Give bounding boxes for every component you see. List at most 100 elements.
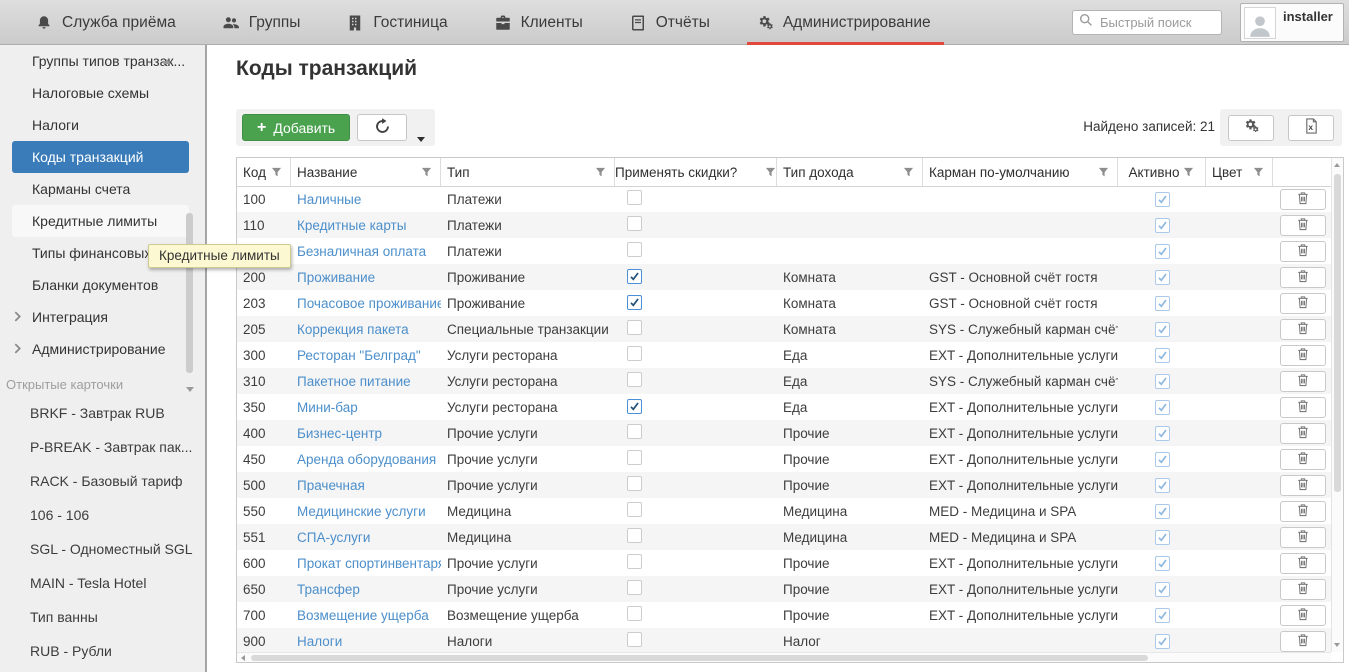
discount-checkbox[interactable] — [627, 424, 642, 439]
sidebar-scroll-up-icon[interactable] — [163, 59, 171, 64]
active-checkbox[interactable] — [1155, 478, 1170, 493]
discount-checkbox[interactable] — [627, 346, 642, 361]
delete-button[interactable] — [1280, 241, 1326, 262]
transaction-name-link[interactable]: Ресторан "Белград" — [297, 348, 421, 363]
open-card-item[interactable]: RACK - Базовый тариф — [0, 464, 205, 498]
vertical-scrollbar-thumb[interactable] — [1334, 174, 1341, 492]
discount-checkbox[interactable] — [627, 450, 642, 465]
active-checkbox[interactable] — [1155, 426, 1170, 441]
nav-item-reception[interactable]: Служба приёма — [30, 0, 181, 45]
transaction-name-link[interactable]: Наличные — [297, 192, 361, 207]
active-checkbox[interactable] — [1155, 452, 1170, 467]
transaction-name-link[interactable]: Трансфер — [297, 582, 360, 597]
filter-icon[interactable] — [271, 167, 282, 178]
filter-icon[interactable] — [421, 167, 432, 178]
transaction-name-link[interactable]: Возмещение ущерба — [297, 608, 429, 623]
nav-item-hotel[interactable]: Гостиница — [341, 0, 452, 45]
sidebar-item[interactable]: Карманы счета — [12, 173, 189, 205]
discount-checkbox[interactable] — [627, 580, 642, 595]
active-checkbox[interactable] — [1155, 218, 1170, 233]
active-checkbox[interactable] — [1155, 270, 1170, 285]
active-checkbox[interactable] — [1155, 504, 1170, 519]
refresh-button[interactable] — [357, 114, 407, 141]
export-excel-button[interactable]: x — [1288, 115, 1334, 141]
caret-down-icon[interactable] — [417, 137, 425, 142]
active-checkbox[interactable] — [1155, 634, 1170, 649]
active-checkbox[interactable] — [1155, 400, 1170, 415]
add-button[interactable]: + Добавить — [242, 114, 350, 141]
nav-item-groups[interactable]: Группы — [217, 0, 306, 45]
delete-button[interactable] — [1280, 215, 1326, 236]
transaction-name-link[interactable]: Пакетное питание — [297, 374, 411, 389]
transaction-name-link[interactable]: Коррекция пакета — [297, 322, 409, 337]
transaction-name-link[interactable]: Безналичная оплата — [297, 244, 426, 259]
delete-button[interactable] — [1280, 397, 1326, 418]
filter-icon[interactable] — [1253, 167, 1264, 178]
discount-checkbox[interactable] — [627, 269, 642, 284]
filter-icon[interactable] — [595, 167, 606, 178]
nav-item-admin[interactable]: Администрирование — [751, 0, 936, 45]
delete-button[interactable] — [1280, 553, 1326, 574]
sidebar-item[interactable]: Налоговые схемы — [12, 77, 189, 109]
transaction-name-link[interactable]: СПА-услуги — [297, 530, 370, 545]
discount-checkbox[interactable] — [627, 632, 642, 647]
active-checkbox[interactable] — [1155, 582, 1170, 597]
delete-button[interactable] — [1280, 267, 1326, 288]
horizontal-scrollbar[interactable] — [237, 652, 1331, 662]
delete-button[interactable] — [1280, 501, 1326, 522]
transaction-name-link[interactable]: Бизнес-центр — [297, 426, 382, 441]
transaction-name-link[interactable]: Медицинские услуги — [297, 504, 426, 519]
filter-icon[interactable] — [1098, 167, 1109, 178]
sidebar-item[interactable]: Администрирование — [12, 333, 189, 365]
discount-checkbox[interactable] — [627, 476, 642, 491]
settings-button[interactable] — [1228, 115, 1274, 141]
scroll-up-icon[interactable] — [1334, 163, 1340, 167]
delete-button[interactable] — [1280, 371, 1326, 392]
open-card-item[interactable]: SGL - Одноместный SGL — [0, 532, 205, 566]
transaction-name-link[interactable]: Мини-бар — [297, 400, 358, 415]
delete-button[interactable] — [1280, 189, 1326, 210]
delete-button[interactable] — [1280, 423, 1326, 444]
discount-checkbox[interactable] — [627, 216, 642, 231]
sidebar-item[interactable]: Интеграция — [12, 301, 189, 333]
active-checkbox[interactable] — [1155, 374, 1170, 389]
discount-checkbox[interactable] — [627, 320, 642, 335]
active-checkbox[interactable] — [1155, 244, 1170, 259]
vertical-scrollbar[interactable] — [1331, 158, 1343, 652]
transaction-name-link[interactable]: Налоги — [297, 634, 342, 649]
sidebar-scrollbar-thumb[interactable] — [186, 213, 193, 373]
delete-button[interactable] — [1280, 631, 1326, 652]
open-card-item[interactable]: Тип ванны — [0, 600, 205, 634]
delete-button[interactable] — [1280, 527, 1326, 548]
delete-button[interactable] — [1280, 319, 1326, 340]
open-card-item[interactable]: MAIN - Tesla Hotel — [0, 566, 205, 600]
discount-checkbox[interactable] — [627, 502, 642, 517]
quick-search[interactable] — [1072, 10, 1222, 35]
open-card-item[interactable]: 106 - 106 — [0, 498, 205, 532]
discount-checkbox[interactable] — [627, 242, 642, 257]
open-card-item[interactable]: BRKF - Завтрак RUB — [0, 396, 205, 430]
sidebar-item[interactable]: Бланки документов — [12, 269, 189, 301]
nav-item-reports[interactable]: Отчёты — [624, 0, 715, 45]
discount-checkbox[interactable] — [627, 554, 642, 569]
horizontal-scrollbar-thumb[interactable] — [251, 655, 1148, 661]
transaction-name-link[interactable]: Аренда оборудования — [297, 452, 436, 467]
scroll-left-icon[interactable] — [241, 655, 245, 661]
transaction-name-link[interactable]: Прачечная — [297, 478, 365, 493]
delete-button[interactable] — [1280, 293, 1326, 314]
transaction-name-link[interactable]: Почасовое проживание — [297, 296, 441, 311]
transaction-name-link[interactable]: Прокат спортинвентаря — [297, 556, 441, 571]
discount-checkbox[interactable] — [627, 372, 642, 387]
active-checkbox[interactable] — [1155, 556, 1170, 571]
delete-button[interactable] — [1280, 345, 1326, 366]
active-checkbox[interactable] — [1155, 530, 1170, 545]
sidebar-item[interactable]: Кредитные лимиты — [12, 205, 189, 237]
scroll-down-icon[interactable] — [1334, 643, 1340, 647]
open-card-item[interactable]: RUB - Рубли — [0, 634, 205, 668]
discount-checkbox[interactable] — [627, 295, 642, 310]
nav-item-clients[interactable]: Клиенты — [489, 0, 588, 45]
user-menu[interactable]: installer — [1240, 3, 1344, 42]
filter-icon[interactable] — [765, 167, 776, 178]
active-checkbox[interactable] — [1155, 608, 1170, 623]
search-input[interactable] — [1098, 14, 1215, 31]
